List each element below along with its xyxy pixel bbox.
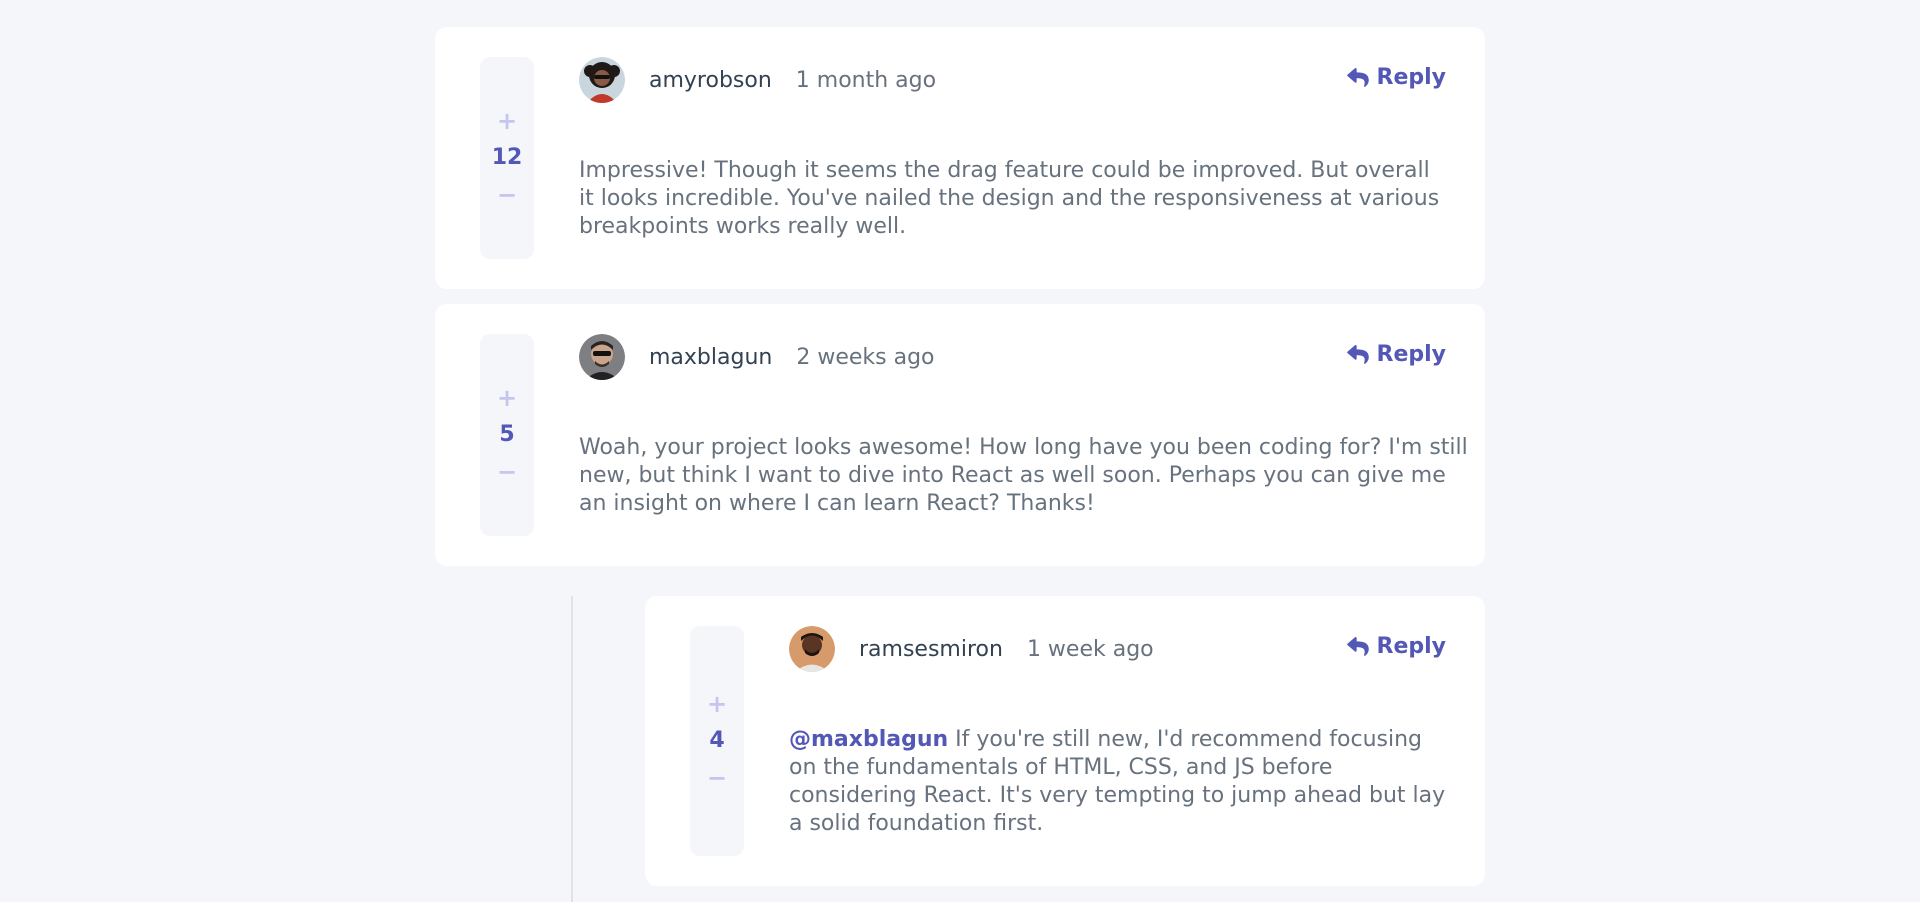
vote-score: 4 (709, 728, 725, 753)
username[interactable]: ramsesmiron (859, 637, 1003, 662)
reply-label: Reply (1376, 634, 1447, 659)
vote-score: 12 (491, 145, 523, 170)
comment-header: amyrobson 1 month ago (579, 57, 936, 103)
reply-button[interactable]: Reply (1346, 634, 1447, 659)
minus-icon: − (706, 764, 728, 792)
comment-text: Impressive! Though it seems the drag fea… (579, 158, 1440, 239)
username[interactable]: maxblagun (649, 345, 772, 370)
upvote-button[interactable]: + (690, 684, 744, 724)
reply-label: Reply (1376, 342, 1447, 367)
comment-card: + 12 − amyrobson 1 month ago Reply Impre… (435, 27, 1485, 289)
reply-button[interactable]: Reply (1346, 65, 1447, 90)
timestamp: 1 month ago (795, 67, 937, 93)
comment-header: ramsesmiron 1 week ago (789, 626, 1154, 672)
timestamp: 2 weeks ago (796, 344, 935, 370)
avatar[interactable] (789, 626, 835, 672)
vote-control: + 12 − (480, 57, 534, 259)
downvote-button[interactable]: − (690, 758, 744, 798)
reply-arrow-icon (1346, 344, 1369, 364)
reply-label: Reply (1376, 65, 1447, 90)
reply-arrow-icon (1346, 636, 1369, 656)
minus-icon: − (496, 181, 518, 209)
comment-header: maxblagun 2 weeks ago (579, 334, 935, 380)
plus-icon: + (496, 384, 518, 412)
downvote-button[interactable]: − (480, 452, 534, 492)
reply-button[interactable]: Reply (1346, 342, 1447, 367)
upvote-button[interactable]: + (480, 378, 534, 418)
timestamp: 1 week ago (1026, 636, 1154, 662)
vote-control: + 4 − (690, 626, 744, 856)
upvote-button[interactable]: + (480, 101, 534, 141)
plus-icon: + (496, 107, 518, 135)
downvote-button[interactable]: − (480, 175, 534, 215)
minus-icon: − (496, 458, 518, 486)
comment-text: @maxblagun If you're still new, I'd reco… (789, 726, 1449, 838)
comment-text: Woah, your project looks awesome! How lo… (579, 435, 1468, 516)
plus-icon: + (706, 690, 728, 718)
avatar[interactable] (579, 334, 625, 380)
mention-link[interactable]: @maxblagun (789, 727, 948, 752)
vote-score: 5 (499, 422, 515, 447)
comment-card: + 5 − maxblagun 2 weeks ago Reply Woah, … (435, 304, 1485, 566)
username[interactable]: amyrobson (649, 68, 772, 93)
reply-card: + 4 − ramsesmiron 1 week ago Reply @maxb… (645, 596, 1485, 886)
reply-thread-line (571, 596, 573, 902)
vote-control: + 5 − (480, 334, 534, 536)
reply-arrow-icon (1346, 67, 1369, 87)
avatar[interactable] (579, 57, 625, 103)
